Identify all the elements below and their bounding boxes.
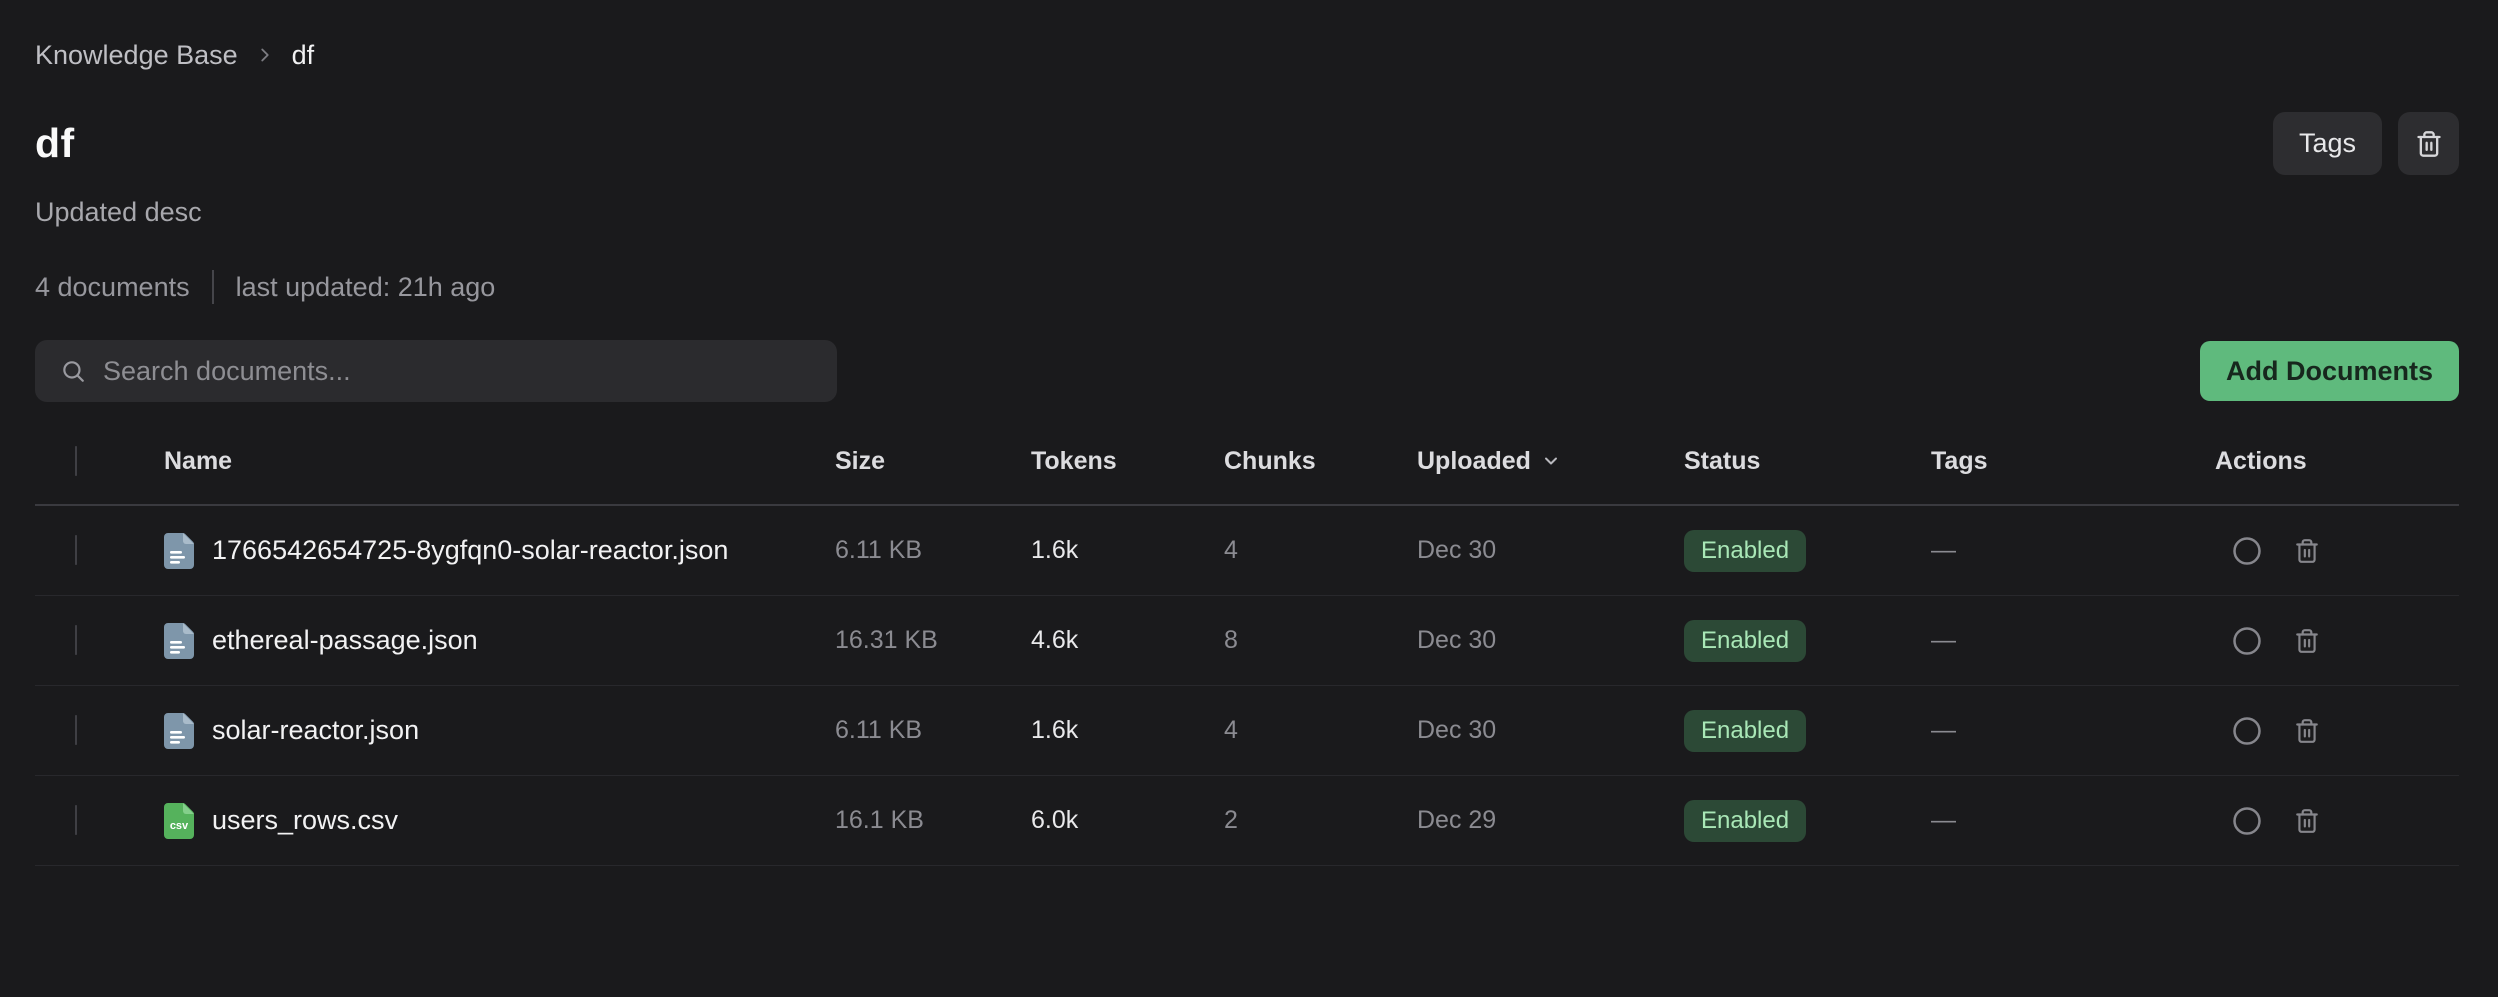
document-tokens: 1.6k: [1031, 536, 1224, 565]
chevron-right-icon: [254, 44, 276, 66]
circle-icon: [2232, 716, 2262, 746]
search-bar: [35, 340, 837, 402]
column-header-actions: Actions: [2215, 447, 2459, 476]
csv-file-icon: csv: [164, 803, 194, 839]
document-tokens: 1.6k: [1031, 716, 1224, 745]
table-header-row: Name Size Tokens Chunks Uploaded Status …: [35, 402, 2459, 506]
row-checkbox[interactable]: [75, 805, 77, 835]
breadcrumb-current: df: [292, 40, 315, 71]
json-file-icon: [164, 533, 194, 569]
document-uploaded: Dec 30: [1417, 716, 1684, 745]
document-name[interactable]: users_rows.csv: [212, 805, 418, 836]
title-actions: Tags: [2273, 112, 2459, 175]
document-uploaded: Dec 30: [1417, 536, 1684, 565]
knowledge-base-detail-page: Knowledge Base df df Tags Updated desc 4…: [0, 0, 2498, 997]
page-title: df: [35, 120, 75, 167]
table-row: 1766542654725-8ygfqn0-solar-reactor.json…: [35, 506, 2459, 596]
search-input[interactable]: [35, 340, 837, 402]
page-description: Updated desc: [35, 197, 2459, 228]
column-header-tags[interactable]: Tags: [1931, 447, 2215, 476]
column-header-uploaded[interactable]: Uploaded: [1417, 447, 1684, 476]
delete-document-button[interactable]: [2294, 718, 2320, 744]
trash-icon: [2294, 538, 2320, 564]
document-chunks: 4: [1224, 716, 1417, 745]
column-header-status[interactable]: Status: [1684, 447, 1931, 476]
row-checkbox[interactable]: [75, 625, 77, 655]
toggle-status-button[interactable]: [2232, 626, 2262, 656]
document-size: 6.11 KB: [835, 716, 1031, 745]
status-badge: Enabled: [1684, 800, 1806, 842]
document-chunks: 8: [1224, 626, 1417, 655]
document-uploaded: Dec 29: [1417, 806, 1684, 835]
meta-row: 4 documents last updated: 21h ago: [35, 270, 2459, 304]
delete-document-button[interactable]: [2294, 808, 2320, 834]
document-name[interactable]: 1766542654725-8ygfqn0-solar-reactor.json: [212, 535, 748, 566]
document-size: 16.1 KB: [835, 806, 1031, 835]
add-documents-button[interactable]: Add Documents: [2200, 341, 2459, 401]
trash-icon: [2415, 130, 2443, 158]
document-uploaded: Dec 30: [1417, 626, 1684, 655]
row-checkbox[interactable]: [75, 535, 77, 565]
document-chunks: 4: [1224, 536, 1417, 565]
toolbar: Add Documents: [35, 340, 2459, 402]
circle-icon: [2232, 626, 2262, 656]
tags-button[interactable]: Tags: [2273, 112, 2382, 175]
toggle-status-button[interactable]: [2232, 806, 2262, 836]
documents-count: 4 documents: [35, 272, 190, 303]
status-badge: Enabled: [1684, 530, 1806, 572]
trash-icon: [2294, 808, 2320, 834]
table-row: csv users_rows.csv 16.1 KB 6.0k 2 Dec 29…: [35, 776, 2459, 866]
delete-knowledge-base-button[interactable]: [2398, 112, 2459, 175]
document-tokens: 4.6k: [1031, 626, 1224, 655]
column-header-chunks[interactable]: Chunks: [1224, 447, 1417, 476]
document-size: 6.11 KB: [835, 536, 1031, 565]
document-chunks: 2: [1224, 806, 1417, 835]
chevron-down-icon: [1541, 451, 1561, 471]
last-updated: last updated: 21h ago: [236, 272, 496, 303]
circle-icon: [2232, 536, 2262, 566]
table-row: solar-reactor.json 6.11 KB 1.6k 4 Dec 30…: [35, 686, 2459, 776]
trash-icon: [2294, 718, 2320, 744]
svg-text:csv: csv: [170, 820, 189, 832]
document-tokens: 6.0k: [1031, 806, 1224, 835]
delete-document-button[interactable]: [2294, 538, 2320, 564]
document-tags: —: [1931, 536, 2215, 565]
document-name[interactable]: solar-reactor.json: [212, 715, 439, 746]
select-all-checkbox[interactable]: [75, 446, 77, 476]
status-badge: Enabled: [1684, 710, 1806, 752]
delete-document-button[interactable]: [2294, 628, 2320, 654]
title-row: df Tags: [35, 112, 2459, 175]
search-icon: [60, 358, 86, 384]
circle-icon: [2232, 806, 2262, 836]
breadcrumb-knowledge-base-link[interactable]: Knowledge Base: [35, 40, 238, 71]
document-name[interactable]: ethereal-passage.json: [212, 625, 498, 656]
document-tags: —: [1931, 626, 2215, 655]
toggle-status-button[interactable]: [2232, 536, 2262, 566]
breadcrumb: Knowledge Base df: [35, 0, 2459, 70]
document-tags: —: [1931, 806, 2215, 835]
row-checkbox[interactable]: [75, 715, 77, 745]
meta-divider: [212, 270, 214, 304]
column-header-size[interactable]: Size: [835, 447, 1031, 476]
table-row: ethereal-passage.json 16.31 KB 4.6k 8 De…: [35, 596, 2459, 686]
column-header-tokens[interactable]: Tokens: [1031, 447, 1224, 476]
json-file-icon: [164, 713, 194, 749]
documents-table: Name Size Tokens Chunks Uploaded Status …: [35, 402, 2459, 866]
column-header-name[interactable]: Name: [164, 447, 835, 476]
toggle-status-button[interactable]: [2232, 716, 2262, 746]
document-size: 16.31 KB: [835, 626, 1031, 655]
status-badge: Enabled: [1684, 620, 1806, 662]
trash-icon: [2294, 628, 2320, 654]
json-file-icon: [164, 623, 194, 659]
document-tags: —: [1931, 716, 2215, 745]
